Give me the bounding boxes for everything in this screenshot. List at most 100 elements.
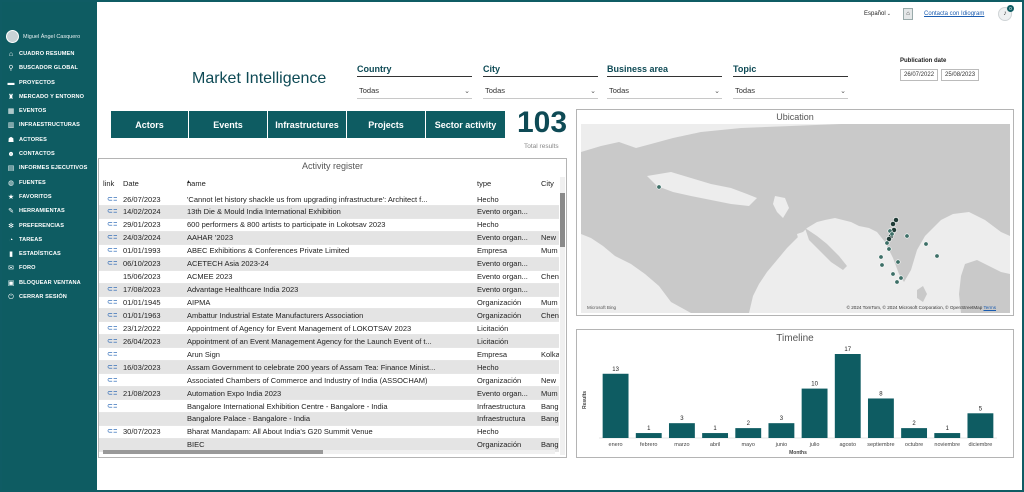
- link-icon[interactable]: ⊂⊃: [107, 324, 117, 332]
- table-row[interactable]: ⊂⊃ 01/01/1945 AIPMA Organización Mum: [99, 297, 559, 310]
- bar-marzo[interactable]: [668, 423, 695, 438]
- map-marker[interactable]: [898, 275, 904, 281]
- bar-julio[interactable]: [801, 388, 828, 438]
- link-icon[interactable]: ⊂⊃: [107, 298, 117, 306]
- link-icon[interactable]: ⊂⊃: [107, 233, 117, 241]
- sidebar-item-buscador-global[interactable]: ⚲ BUSCADOR GLOBAL: [2, 63, 97, 77]
- sidebar-item-cerrar-sesión[interactable]: ⏻ CERRAR SESIÓN: [2, 292, 97, 306]
- map-canvas[interactable]: Microsoft Bing © 2024 TomTom, © 2024 Mic…: [581, 124, 1010, 313]
- topic-dropdown[interactable]: Todas ⌄: [733, 80, 848, 99]
- bar-septiembre[interactable]: [867, 398, 894, 438]
- table-row[interactable]: Bangalore Palace - Bangalore - India Infr…: [99, 412, 559, 426]
- user-profile[interactable]: Miguel Ángel Casquero: [2, 2, 97, 49]
- date-to-input[interactable]: 25/08/2023: [941, 69, 980, 81]
- sidebar-item-mercado-y-entorno[interactable]: ♜ MERCADO Y ENTORNO: [2, 92, 97, 106]
- scrollbar-thumb[interactable]: [560, 193, 565, 247]
- column-header-type[interactable]: type: [477, 179, 491, 188]
- scrollbar-thumb[interactable]: [103, 450, 323, 454]
- table-row[interactable]: ⊂⊃ 26/07/2023 'Cannot let history shackle …: [99, 193, 559, 206]
- table-row[interactable]: ⊂⊃ 29/01/2023 600 performers & 800 artists…: [99, 219, 559, 232]
- sidebar-item-proyectos[interactable]: ▬ PROYECTOS: [2, 78, 97, 92]
- sidebar-item-actores[interactable]: ☗ ACTORES: [2, 135, 97, 149]
- link-icon[interactable]: ⊂⊃: [107, 337, 117, 345]
- link-icon[interactable]: ⊂⊃: [107, 311, 117, 319]
- sidebar-item-informes-ejecutivos[interactable]: ▤ INFORMES EJECUTIVOS: [2, 163, 97, 177]
- table-row[interactable]: ⊂⊃ 21/08/2023 Automation Expo India 2023 Ev…: [99, 387, 559, 400]
- table-row[interactable]: ⊂⊃ 17/08/2023 Advantage Healthcare India 2…: [99, 283, 559, 297]
- link-icon[interactable]: ⊂⊃: [107, 207, 117, 215]
- sidebar-item-bloquear-ventana[interactable]: ▣ BLOQUEAR VENTANA: [2, 278, 97, 292]
- link-icon[interactable]: ⊂⊃: [107, 376, 117, 384]
- tab-events[interactable]: Events: [189, 111, 268, 138]
- link-icon[interactable]: ⊂⊃: [107, 285, 117, 293]
- sidebar-item-preferencias[interactable]: ✻ PREFERENCIAS: [2, 221, 97, 235]
- language-selector[interactable]: Español⌄: [864, 11, 891, 17]
- link-icon[interactable]: ⊂⊃: [107, 246, 117, 254]
- business-area-dropdown[interactable]: Todas ⌄: [607, 80, 722, 99]
- column-header-city[interactable]: City: [541, 179, 554, 188]
- table-row[interactable]: ⊂⊃ 26/04/2023 Appointment of an Event Mana…: [99, 335, 559, 349]
- table-row[interactable]: ⊂⊃ Associated Chambers of Commerce and In…: [99, 374, 559, 388]
- country-dropdown[interactable]: Todas ⌄: [357, 80, 472, 99]
- table-row[interactable]: ⊂⊃ 24/03/2024 AAHAR '2023 Evento organ... Ne…: [99, 231, 559, 245]
- link-icon[interactable]: ⊂⊃: [107, 427, 117, 435]
- map-marker[interactable]: [904, 233, 910, 239]
- map-marker[interactable]: [890, 271, 896, 277]
- link-icon[interactable]: ⊂⊃: [107, 350, 117, 358]
- sidebar-item-eventos[interactable]: ▦ EVENTOS: [2, 106, 97, 120]
- bar-mayo[interactable]: [735, 428, 762, 438]
- table-row[interactable]: ⊂⊃ Arun Sign Empresa Kolka: [99, 348, 559, 362]
- map-marker[interactable]: [656, 184, 662, 190]
- map-marker[interactable]: [890, 221, 896, 227]
- sidebar-item-foro[interactable]: ✉ FORO: [2, 263, 97, 277]
- map-marker[interactable]: [923, 241, 929, 247]
- tab-infrastructures[interactable]: Infrastructures: [268, 111, 347, 138]
- table-row[interactable]: ⊂⊃ 30/07/2023 Bharat Mandapam: All About I…: [99, 426, 559, 439]
- link-icon[interactable]: ⊂⊃: [107, 389, 117, 397]
- table-row[interactable]: ⊂⊃ 01/01/1993 ABEC Exhibitions & Conferenc…: [99, 245, 559, 258]
- map-marker[interactable]: [879, 262, 885, 268]
- map-marker[interactable]: [895, 259, 901, 265]
- bar-agosto[interactable]: [834, 354, 861, 438]
- column-header-date[interactable]: Date: [123, 179, 139, 188]
- date-from-input[interactable]: 26/07/2022: [900, 69, 939, 81]
- table-row[interactable]: ⊂⊃ 14/02/2024 13th Die & Mould India Inter…: [99, 205, 559, 219]
- sidebar-item-contactos[interactable]: ☻ CONTACTOS: [2, 149, 97, 163]
- bar-febrero[interactable]: [635, 433, 662, 438]
- map-marker[interactable]: [894, 279, 900, 285]
- table-row[interactable]: ⊂⊃ 01/01/1963 Ambattur Industrial Estate M…: [99, 309, 559, 323]
- tab-actors[interactable]: Actors: [111, 111, 189, 138]
- map-marker[interactable]: [889, 231, 895, 237]
- bar-enero[interactable]: [602, 373, 629, 438]
- bar-diciembre[interactable]: [967, 413, 994, 438]
- link-icon[interactable]: ⊂⊃: [107, 402, 117, 410]
- sidebar-item-herramientas[interactable]: ✎ HERRAMIENTAS: [2, 206, 97, 220]
- sidebar-item-favoritos[interactable]: ★ FAVORITOS: [2, 192, 97, 206]
- city-dropdown[interactable]: Todas ⌄: [483, 80, 598, 99]
- tab-sector-activity[interactable]: Sector activity: [426, 111, 505, 138]
- bar-abril[interactable]: [702, 433, 729, 438]
- sidebar-item-fuentes[interactable]: ◍ FUENTES: [2, 178, 97, 192]
- table-row[interactable]: ⊂⊃ 06/10/2023 ACETECH Asia 2023-24 Evento o…: [99, 257, 559, 271]
- terms-link[interactable]: Terms: [983, 305, 996, 310]
- table-row[interactable]: ⊂⊃ 23/12/2022 Appointment of Agency for Ev…: [99, 322, 559, 336]
- column-header-link[interactable]: link: [103, 179, 114, 188]
- bar-junio[interactable]: [768, 423, 795, 438]
- contact-link[interactable]: Contacta con Idiogram: [924, 11, 984, 17]
- table-row[interactable]: ⊂⊃ 16/03/2023 Assam Government to celebrat…: [99, 361, 559, 375]
- map-marker[interactable]: [934, 253, 940, 259]
- sidebar-item-infraestructuras[interactable]: ▥ INFRAESTRUCTURAS: [2, 120, 97, 134]
- link-icon[interactable]: ⊂⊃: [107, 220, 117, 228]
- sidebar-item-tareas[interactable]: ◔ TAREAS: [2, 235, 97, 249]
- sidebar-item-estadísticas[interactable]: ▮ ESTADÍSTICAS: [2, 249, 97, 263]
- map-marker[interactable]: [884, 240, 890, 246]
- map-marker[interactable]: [886, 246, 892, 252]
- link-icon[interactable]: ⊂⊃: [107, 363, 117, 371]
- vertical-scrollbar[interactable]: [560, 177, 565, 455]
- table-row[interactable]: ⊂⊃ Bangalore International Exhibition Cen…: [99, 400, 559, 413]
- link-icon[interactable]: ⊂⊃: [107, 259, 117, 267]
- link-icon[interactable]: ⊂⊃: [107, 195, 117, 203]
- map-marker[interactable]: [878, 254, 884, 260]
- table-row[interactable]: 15/06/2023 ACMEE 2023 Evento organ... Chen: [99, 271, 559, 284]
- sidebar-item-cuadro-resumen[interactable]: ⌂ CUADRO RESUMEN: [2, 49, 97, 63]
